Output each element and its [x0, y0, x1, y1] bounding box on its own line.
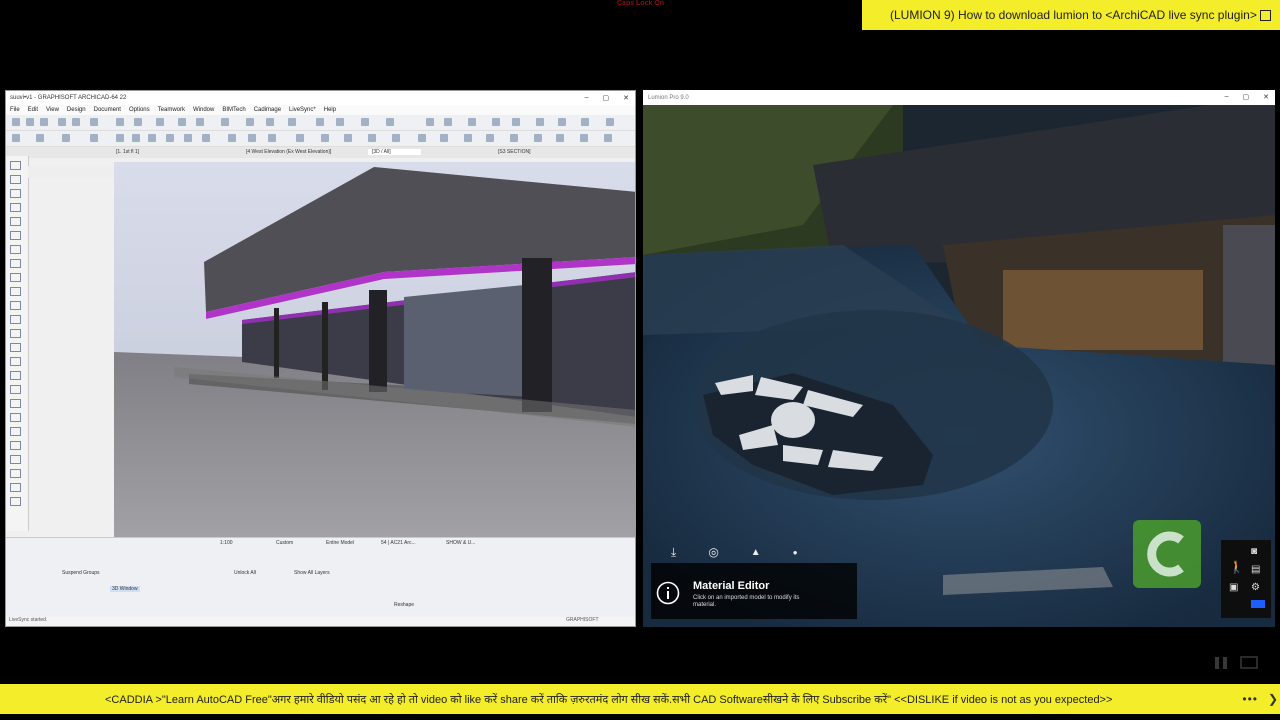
- 3d-viewport[interactable]: [114, 162, 635, 539]
- lumion-titlebar: Lumion Pro 9.0 – ▢ ✕: [643, 90, 1275, 105]
- pause-icon[interactable]: [1212, 655, 1230, 671]
- archicad-window: suuvi•v1 - GRAPHISOFT ARCHICAD-64 22 – ▢…: [5, 90, 636, 627]
- 3d-window-button[interactable]: 3D Window: [110, 586, 140, 592]
- next-arrow-icon[interactable]: ❯: [1268, 692, 1278, 706]
- reshape-label[interactable]: Reshape: [394, 602, 414, 608]
- settings-icon[interactable]: ⚙: [1251, 582, 1260, 593]
- tab-west-elevation[interactable]: [4 West Elevation (Ex West Elevation)]: [246, 149, 331, 155]
- subscribe-banner[interactable]: <CADDIA >"Learn AutoCAD Free"अगर हमारे व…: [0, 684, 1280, 714]
- unlock-all-button[interactable]: Unlock All: [234, 570, 256, 576]
- menu-options[interactable]: Options: [129, 107, 150, 113]
- lumion-window-title: Lumion Pro 9.0: [648, 94, 689, 101]
- info-icon: [656, 581, 680, 605]
- menu-design[interactable]: Design: [67, 107, 86, 113]
- menu-help[interactable]: Help: [324, 107, 336, 113]
- material-editor-title: Material Editor: [693, 580, 770, 592]
- minimize-icon[interactable]: –: [585, 94, 589, 102]
- download-icon[interactable]: ⤓: [671, 545, 676, 560]
- menu-file[interactable]: File: [10, 107, 20, 113]
- entire-model-label[interactable]: Entire Model: [326, 540, 354, 546]
- scale-label[interactable]: 1:100: [220, 540, 233, 546]
- banner-checkbox-icon[interactable]: [1260, 10, 1271, 21]
- tab-floor-plan[interactable]: [1. 1st fl 1]: [116, 149, 139, 155]
- caps-lock-indicator: Caps Lock On: [617, 0, 665, 7]
- video-title-banner[interactable]: (LUMION 9) How to download lumion to <Ar…: [862, 0, 1280, 30]
- lumion-minimize-icon[interactable]: –: [1225, 93, 1229, 101]
- help-icon[interactable]: [1251, 600, 1265, 608]
- menu-bimtech[interactable]: BIMTech: [222, 107, 245, 113]
- archicad-toolbar-1[interactable]: [6, 115, 635, 131]
- archicad-menubar: File Edit View Design Document Options T…: [6, 105, 635, 115]
- menu-livesync[interactable]: LiveSync*: [289, 107, 316, 113]
- menu-cadimage[interactable]: Cadimage: [254, 107, 281, 113]
- material-icon[interactable]: ◎: [708, 545, 718, 559]
- menu-edit[interactable]: Edit: [28, 107, 38, 113]
- close-icon[interactable]: ✕: [623, 94, 629, 102]
- show-all-layers-button[interactable]: Show All Layers: [294, 570, 330, 576]
- camtasia-logo: [1133, 520, 1201, 588]
- screen-icon[interactable]: [1240, 655, 1258, 671]
- camera-panel[interactable]: ◙ 🚶 ▤ ▣ ⚙: [1221, 540, 1271, 618]
- archicad-titlebar: suuvi•v1 - GRAPHISOFT ARCHICAD-64 22 – ▢…: [6, 91, 635, 105]
- status-text: LiveSync started.: [9, 617, 48, 623]
- suspend-groups-button[interactable]: Suspend Groups: [62, 570, 100, 576]
- movie-icon[interactable]: ▤: [1251, 564, 1260, 575]
- custom-label[interactable]: Custom: [276, 540, 293, 546]
- camera-icon[interactable]: ◙: [1251, 546, 1257, 557]
- menu-teamwork[interactable]: Teamwork: [158, 107, 185, 113]
- more-icon[interactable]: •••: [1242, 692, 1258, 706]
- video-title-text: (LUMION 9) How to download lumion to <Ar…: [890, 8, 1257, 22]
- archicad-bottom-toolbars[interactable]: 1:100 Custom Entire Model 54 | AC21 Arc.…: [6, 537, 635, 620]
- info-box[interactable]: [28, 166, 114, 178]
- subscribe-text: <CADDIA >"Learn AutoCAD Free"अगर हमारे व…: [105, 693, 1113, 706]
- save-icon[interactable]: ▣: [1229, 582, 1238, 593]
- lumion-object-toolbar: ⤓ ◎ ▲ ●: [651, 540, 871, 564]
- lumion-maximize-icon[interactable]: ▢: [1243, 93, 1250, 101]
- menu-view[interactable]: View: [46, 107, 59, 113]
- archicad-statusbar: LiveSync started. GRAPHISOFT: [6, 617, 635, 626]
- material-editor-description: Click on an imported model to modify its…: [693, 595, 800, 608]
- tab-3d-all[interactable]: [3D / All]: [368, 149, 421, 155]
- pen-set-label[interactable]: 54 | AC21 Arc...: [381, 540, 416, 546]
- terrain-icon[interactable]: ▲: [751, 547, 761, 558]
- walk-icon[interactable]: 🚶: [1229, 560, 1244, 574]
- toolbox[interactable]: [6, 156, 29, 531]
- tab-section[interactable]: [S3 SECTION]: [498, 149, 531, 155]
- lumion-window: Lumion Pro 9.0 – ▢ ✕ ⤓ ◎ ▲ ● Material Ed…: [643, 90, 1275, 627]
- material-editor-panel[interactable]: Material Editor Click on an imported mod…: [651, 563, 857, 619]
- archicad-toolbar-2[interactable]: [6, 131, 635, 147]
- maximize-icon[interactable]: ▢: [603, 94, 610, 102]
- lumion-close-icon[interactable]: ✕: [1263, 93, 1269, 101]
- archicad-window-title: suuvi•v1 - GRAPHISOFT ARCHICAD-64 22: [10, 95, 127, 101]
- dot-icon[interactable]: ●: [793, 548, 798, 557]
- graphisoft-logo: GRAPHISOFT: [566, 617, 599, 623]
- archicad-view-tabs: [1. 1st fl 1] [4 West Elevation (Ex West…: [6, 147, 635, 158]
- menu-document[interactable]: Document: [94, 107, 121, 113]
- show-label[interactable]: SHOW & U...: [446, 540, 475, 546]
- menu-window[interactable]: Window: [193, 107, 214, 113]
